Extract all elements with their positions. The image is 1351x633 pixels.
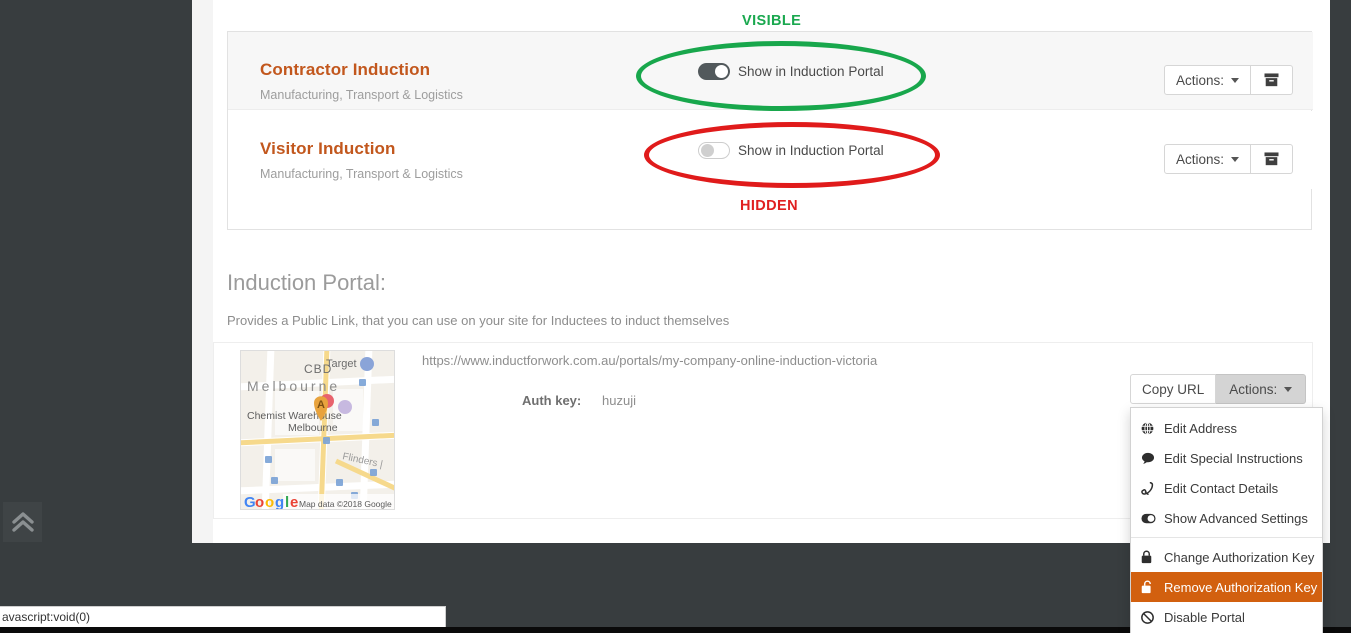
lock-open-icon — [1141, 580, 1159, 594]
annotation-visible-label: VISIBLE — [742, 13, 801, 29]
portal-description: Provides a Public Link, that you can use… — [227, 313, 729, 328]
archive-button[interactable] — [1251, 144, 1293, 174]
svg-text:G: G — [244, 494, 256, 509]
annotation-hidden-label: HIDDEN — [740, 198, 798, 214]
archive-button[interactable] — [1251, 65, 1293, 95]
lock-closed-icon — [1141, 550, 1159, 564]
globe-icon — [1141, 422, 1159, 435]
chevron-down-icon — [1231, 157, 1239, 162]
chevron-down-icon — [1284, 387, 1292, 392]
menu-item-show-advanced-settings[interactable]: Show Advanced Settings — [1131, 503, 1322, 533]
menu-item-edit-contact-details[interactable]: Edit Contact Details — [1131, 473, 1322, 503]
phone-icon — [1141, 482, 1159, 495]
menu-item-label: Remove Authorization Key — [1164, 580, 1317, 595]
comment-icon — [1141, 452, 1159, 465]
menu-item-disable-portal[interactable]: Disable Portal — [1131, 602, 1322, 632]
svg-text:o: o — [255, 494, 264, 509]
row-actions-group[interactable]: Actions: — [1164, 144, 1293, 174]
portal-actions-label: Actions: — [1229, 382, 1277, 397]
portal-actions-dropdown[interactable]: Edit Address Edit Special Instructions E… — [1130, 407, 1323, 633]
auth-key-value: huzuji — [602, 393, 636, 408]
actions-button[interactable]: Actions: — [1164, 65, 1251, 95]
svg-text:l: l — [285, 494, 289, 509]
auth-key-label: Auth key: — [522, 393, 581, 408]
portal-actions-button[interactable]: Actions: — [1216, 374, 1306, 404]
portal-button-group[interactable]: Copy URL Actions: — [1130, 374, 1306, 404]
menu-item-label: Edit Special Instructions — [1164, 451, 1303, 466]
svg-text:A: A — [317, 399, 325, 411]
map-image: CBD Target Melbourne Chemist Warehouse M… — [241, 351, 394, 509]
archive-box-icon — [1264, 73, 1279, 87]
chevron-down-icon — [1231, 78, 1239, 83]
menu-item-label: Edit Contact Details — [1164, 481, 1278, 496]
map-thumbnail[interactable]: CBD Target Melbourne Chemist Warehouse M… — [240, 350, 395, 510]
menu-item-label: Change Authorization Key — [1164, 550, 1314, 565]
portal-url[interactable]: https://www.inductforwork.com.au/portals… — [422, 353, 877, 368]
induction-title: Visitor Induction — [260, 139, 396, 159]
menu-divider — [1131, 537, 1322, 538]
copy-url-label: Copy URL — [1142, 382, 1204, 397]
copy-url-button[interactable]: Copy URL — [1130, 374, 1216, 404]
page-title: Induction Portal: — [227, 270, 386, 296]
menu-item-edit-special-instructions[interactable]: Edit Special Instructions — [1131, 443, 1322, 473]
ban-icon — [1141, 611, 1159, 624]
menu-item-label: Disable Portal — [1164, 610, 1245, 625]
actions-button-label: Actions: — [1176, 73, 1224, 88]
double-chevron-up-icon — [10, 510, 36, 534]
scroll-to-top-button[interactable] — [3, 502, 42, 542]
induction-title: Contractor Induction — [260, 60, 430, 80]
svg-text:Target: Target — [326, 358, 357, 370]
menu-item-label: Edit Address — [1164, 421, 1237, 436]
svg-text:Chemist Warehouse: Chemist Warehouse — [247, 410, 342, 422]
induction-subtitle: Manufacturing, Transport & Logistics — [260, 167, 463, 181]
annotation-ellipse-hidden — [644, 122, 940, 188]
actions-button[interactable]: Actions: — [1164, 144, 1251, 174]
svg-text:o: o — [265, 494, 274, 509]
actions-button-label: Actions: — [1176, 152, 1224, 167]
svg-text:e: e — [290, 494, 298, 509]
menu-item-edit-address[interactable]: Edit Address — [1131, 413, 1322, 443]
svg-text:Melbourne: Melbourne — [247, 378, 340, 394]
screen-root: Contractor Induction Manufacturing, Tran… — [0, 0, 1351, 633]
svg-text:Melbourne: Melbourne — [288, 422, 338, 434]
menu-item-label: Show Advanced Settings — [1164, 511, 1308, 526]
archive-box-icon — [1264, 152, 1279, 166]
menu-item-remove-authorization-key[interactable]: Remove Authorization Key — [1131, 572, 1322, 602]
toggle-switch-icon — [1141, 513, 1159, 524]
row-actions-group[interactable]: Actions: — [1164, 65, 1293, 95]
svg-text:Map data ©2018 Google: Map data ©2018 Google — [299, 499, 392, 509]
induction-subtitle: Manufacturing, Transport & Logistics — [260, 88, 463, 102]
menu-item-change-authorization-key[interactable]: Change Authorization Key — [1131, 542, 1322, 572]
svg-text:g: g — [275, 494, 284, 509]
annotation-ellipse-visible — [636, 41, 926, 111]
browser-status-bar: avascript:void(0) — [0, 606, 446, 627]
